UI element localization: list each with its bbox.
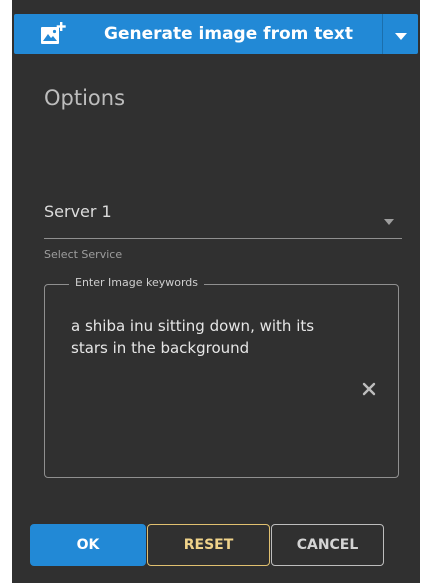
cancel-button[interactable]: CANCEL (271, 524, 384, 566)
clear-icon[interactable] (362, 381, 376, 396)
image-keywords-label: Enter Image keywords (69, 276, 204, 289)
generate-image-button[interactable]: Generate image from text (14, 14, 382, 54)
generate-image-split-button: Generate image from text (14, 14, 418, 54)
service-select-caption: Select Service (44, 248, 123, 261)
image-keywords-input[interactable]: a shiba inu sitting down, with its stars… (71, 315, 341, 359)
header-title: Generate image from text (104, 24, 354, 44)
service-select-value: Server 1 (44, 202, 112, 221)
image-keywords-field: Enter Image keywords a shiba inu sitting… (44, 276, 399, 478)
reset-button[interactable]: RESET (147, 524, 270, 566)
add-image-icon (40, 22, 66, 46)
service-select[interactable]: Server 1 (44, 196, 402, 239)
chevron-down-icon (394, 25, 407, 44)
dropdown-arrow-icon (384, 210, 394, 225)
options-title: Options (44, 86, 126, 110)
header-dropdown-button[interactable] (383, 14, 418, 54)
ok-button[interactable]: OK (30, 524, 146, 566)
